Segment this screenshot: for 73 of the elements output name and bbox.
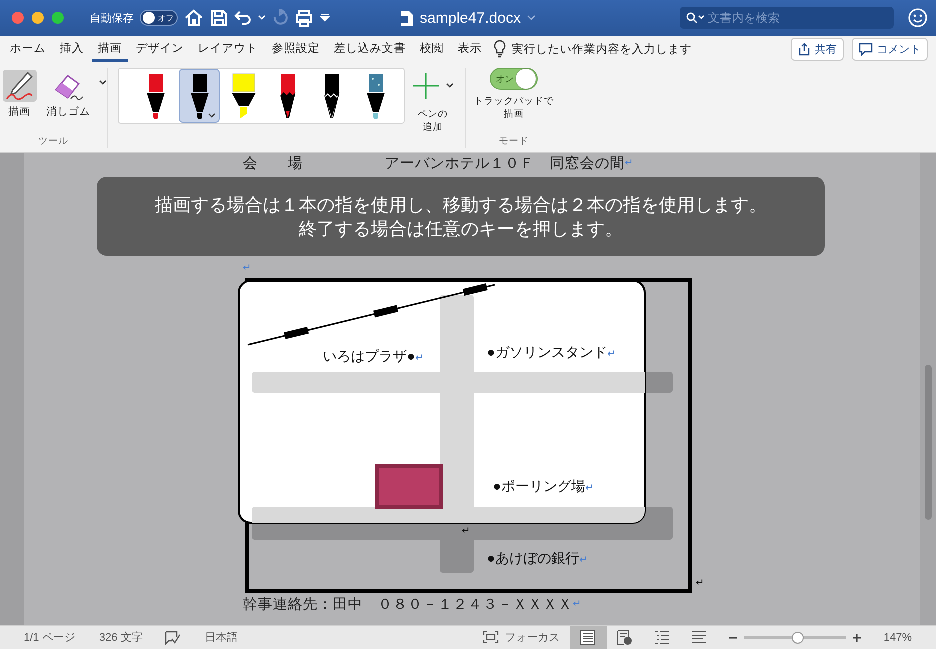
paragraph-mark: ↵ — [607, 349, 616, 360]
zoom-percent[interactable]: 147% — [884, 632, 912, 644]
search-field[interactable]: 文書内を検索 — [680, 7, 894, 29]
zoom-button[interactable] — [52, 12, 64, 24]
paragraph-mark: ↵ — [696, 578, 704, 589]
paragraph-mark: ↵ — [585, 483, 594, 494]
lightbulb-icon — [494, 40, 506, 58]
share-button[interactable]: 共有 — [791, 38, 844, 60]
body-text: 会 場 — [243, 154, 304, 172]
undo-icon[interactable] — [234, 10, 252, 26]
tool-label: 消しゴム — [46, 105, 90, 119]
banner-text: 描画する場合は１本の指を使用し、移動する場合は２本の指を使用します。 — [155, 194, 767, 216]
word-count[interactable]: 326 文字 — [99, 630, 143, 645]
print-icon[interactable] — [294, 9, 314, 27]
ribbon-tab[interactable]: 挿入 — [54, 36, 90, 62]
search-icon — [686, 12, 706, 24]
ribbon-tab[interactable]: 校閲 — [414, 36, 450, 62]
toggle-label: トラックパッドで描画 — [474, 96, 554, 122]
trackpad-toggle[interactable]: オン — [490, 68, 538, 90]
language-label[interactable]: 日本語 — [204, 630, 238, 645]
tell-me-field[interactable]: 実行したい作業内容を入力します — [512, 42, 692, 56]
customize-icon[interactable] — [320, 14, 330, 22]
ribbon-tab[interactable]: 表示 — [452, 36, 488, 62]
map-label: ●ガソリンスタンド — [487, 344, 608, 360]
zoom-in-icon[interactable] — [852, 632, 862, 642]
map-label: ●ポーリング場 — [493, 478, 586, 494]
ribbon-tab[interactable]: ホーム — [4, 36, 52, 62]
group-label: ツール — [38, 135, 68, 148]
caret-icon[interactable] — [446, 83, 454, 89]
ribbon-tab[interactable]: 参照設定 — [266, 36, 326, 62]
pen-drawing-icon[interactable] — [4, 70, 36, 102]
group-label: モード — [499, 135, 529, 148]
proofing-icon[interactable] — [164, 630, 181, 644]
paragraph-mark: ↵ — [462, 526, 470, 537]
caret-icon[interactable] — [208, 113, 216, 118]
print-layout-icon[interactable] — [579, 630, 598, 646]
autosave-label: 自動保存 — [90, 12, 134, 26]
smiley-icon[interactable] — [908, 8, 928, 28]
map-label: ●あけぼの銀行 — [487, 550, 580, 566]
building-drawing — [375, 464, 443, 509]
ribbon-tab[interactable]: 差し込み文書 — [328, 36, 412, 62]
paragraph-mark: ↵ — [243, 262, 252, 274]
save-icon[interactable] — [210, 9, 228, 27]
minimize-button[interactable] — [32, 12, 44, 24]
tool-label: 描画 — [8, 105, 30, 119]
share-icon[interactable] — [798, 42, 811, 56]
focus-icon[interactable] — [482, 631, 499, 644]
plus-icon[interactable] — [412, 72, 440, 100]
ribbon-tab[interactable]: レイアウト — [192, 36, 264, 62]
window-title: sample47.docx — [420, 10, 521, 26]
ribbon-tab[interactable]: デザイン — [130, 36, 190, 62]
body-text: アーバンホテル１０Ｆ 同窓会の間 — [385, 154, 625, 172]
paragraph-mark: ↵ — [415, 353, 424, 364]
add-pen-label[interactable]: ペンの追加 — [417, 108, 449, 134]
map-label: いろはプラザ● — [323, 348, 416, 364]
outline-view-icon[interactable] — [653, 630, 672, 646]
body-text: 幹事連絡先：田中 ０８０－１２４３－ＸＸＸＸ — [243, 596, 573, 614]
paragraph-mark: ↵ — [579, 555, 588, 566]
banner-text: 終了する場合は任意のキーを押します。 — [299, 218, 623, 240]
document-icon — [400, 10, 414, 26]
paragraph-mark: ↵ — [573, 598, 582, 610]
comment-icon[interactable] — [859, 42, 873, 56]
focus-label[interactable]: フォーカス — [504, 630, 560, 645]
page-count[interactable]: 1/1 ページ — [24, 630, 76, 645]
scrollbar-thumb[interactable] — [924, 365, 932, 520]
paragraph-mark: ↵ — [625, 158, 634, 168]
web-layout-icon[interactable] — [616, 630, 634, 646]
slider-thumb[interactable] — [792, 632, 804, 644]
draft-view-icon[interactable] — [690, 630, 708, 646]
caret-icon[interactable] — [98, 80, 106, 86]
home-icon[interactable] — [184, 9, 204, 27]
autosave-toggle[interactable]: オフ — [140, 10, 178, 26]
comment-button[interactable]: コメント — [852, 38, 928, 60]
